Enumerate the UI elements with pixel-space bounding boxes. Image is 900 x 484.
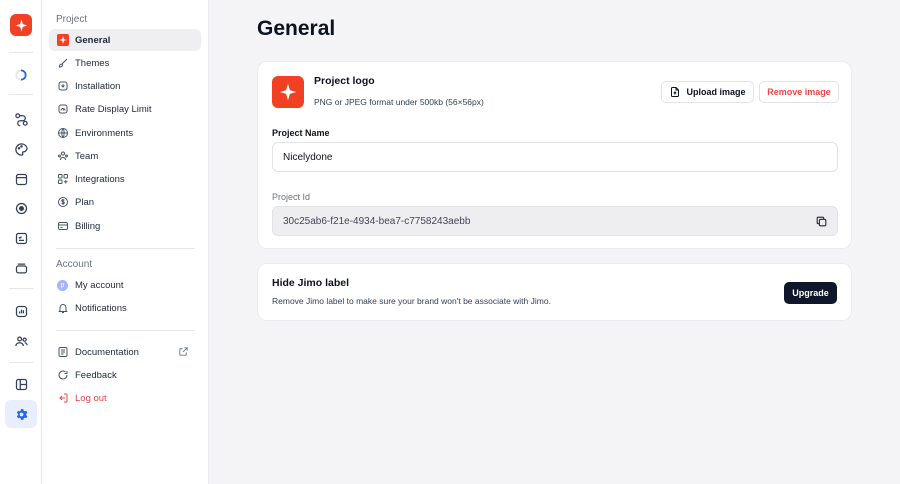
project-name-input[interactable]: Nicelydone (272, 142, 838, 172)
team-icon (56, 150, 69, 163)
upload-image-button[interactable]: Upload image (661, 81, 754, 103)
sidebar-item-label: Plan (75, 196, 95, 208)
avatar-letter: p (57, 279, 68, 291)
card-icon (56, 220, 69, 233)
sidebar-item-label: Themes (75, 57, 110, 69)
sidebar-item-team[interactable]: Team (49, 145, 201, 167)
sidebar-item-label: My account (75, 279, 124, 291)
external-link-icon (178, 346, 189, 360)
hide-label-card: Hide Jimo label Remove Jimo label to mak… (257, 263, 852, 321)
window-icon[interactable] (8, 166, 34, 192)
sidebar-item-my-account[interactable]: p My account (49, 274, 201, 296)
sidebar-item-installation[interactable]: Installation (49, 75, 201, 97)
sidebar-item-plan[interactable]: Plan (49, 191, 201, 213)
sidebar-item-integrations[interactable]: Integrations (49, 168, 201, 190)
sidebar-item-themes[interactable]: Themes (49, 52, 201, 74)
feedback-icon (56, 369, 69, 382)
layout-icon[interactable] (8, 371, 34, 397)
sidebar-item-label: Feedback (75, 369, 117, 381)
sidebar-item-label: Log out (75, 392, 107, 404)
hide-label-title: Hide Jimo label (272, 277, 350, 289)
project-id-value: 30c25ab6-f21e-4934-bea7-c7758243aebb (283, 215, 471, 227)
icon-rail (0, 0, 42, 484)
integrations-icon (56, 173, 69, 186)
project-section-heading: Project (56, 14, 88, 25)
docs-icon (56, 346, 69, 359)
settings-sidebar: Project General Themes Installation Rate… (42, 0, 209, 484)
upgrade-label: Upgrade (792, 288, 829, 298)
sidebar-divider (56, 330, 195, 331)
install-icon (56, 80, 69, 93)
sidebar-item-label: Environments (75, 127, 134, 139)
analytics-icon[interactable] (8, 298, 34, 324)
sidebar-item-feedback[interactable]: Feedback (49, 364, 201, 386)
stack-icon[interactable] (8, 255, 34, 281)
avatar: p (56, 279, 69, 292)
logout-icon (56, 392, 69, 405)
project-id-field: 30c25ab6-f21e-4934-bea7-c7758243aebb (272, 206, 838, 236)
sidebar-item-label: Notifications (75, 302, 127, 314)
checklist-icon[interactable] (8, 225, 34, 251)
sidebar-item-label: General (75, 34, 111, 46)
upgrade-button[interactable]: Upgrade (784, 282, 837, 304)
sidebar-item-label: Team (75, 150, 99, 162)
users-icon[interactable] (8, 328, 34, 354)
sidebar-item-label: Integrations (75, 173, 125, 185)
sidebar-item-label: Installation (75, 80, 121, 92)
upload-image-label: Upload image (686, 87, 746, 97)
sidebar-item-environments[interactable]: Environments (49, 122, 201, 144)
sidebar-item-label: Billing (75, 220, 101, 232)
brand-logo-icon (56, 34, 69, 47)
loading-icon[interactable] (8, 62, 34, 88)
project-logo-card: Project logo PNG or JPEG format under 50… (257, 61, 852, 249)
brand-logo-icon (279, 83, 297, 101)
sidebar-item-label: Documentation (75, 346, 139, 358)
gauge-icon (56, 103, 69, 116)
page-title: General (257, 17, 336, 40)
dollar-icon (56, 196, 69, 209)
hide-label-description: Remove Jimo label to make sure your bran… (272, 296, 551, 306)
project-logo-title: Project logo (314, 75, 375, 87)
copy-icon[interactable] (815, 215, 828, 231)
globe-icon (56, 127, 69, 140)
sidebar-divider (56, 248, 195, 249)
sidebar-item-log-out[interactable]: Log out (49, 387, 201, 409)
file-upload-icon (671, 87, 680, 97)
sidebar-item-general[interactable]: General (49, 29, 201, 51)
project-logo-preview (272, 76, 304, 108)
rail-divider (9, 362, 33, 363)
rail-divider (9, 52, 33, 53)
project-id-label: Project Id (272, 192, 311, 202)
settings-icon[interactable] (5, 400, 37, 428)
remove-image-button[interactable]: Remove image (759, 81, 839, 103)
brush-icon (56, 57, 69, 70)
target-icon[interactable] (8, 195, 34, 221)
rail-divider (9, 94, 33, 95)
bell-icon (56, 302, 69, 315)
project-name-label: Project Name (272, 128, 330, 138)
sidebar-item-notifications[interactable]: Notifications (49, 297, 201, 319)
sidebar-item-documentation[interactable]: Documentation (49, 341, 201, 363)
flow-icon[interactable] (8, 106, 34, 132)
project-logo-hint: PNG or JPEG format under 500kb (56×56px) (314, 97, 484, 107)
account-section-heading: Account (56, 259, 93, 270)
rail-divider (9, 288, 33, 289)
project-name-value: Nicelydone (283, 151, 333, 163)
palette-icon[interactable] (8, 136, 34, 162)
brand-logo-icon[interactable] (10, 14, 32, 36)
sidebar-item-label: Rate Display Limit (75, 103, 152, 115)
sidebar-item-billing[interactable]: Billing (49, 215, 201, 237)
sidebar-item-rate-display-limit[interactable]: Rate Display Limit (49, 98, 201, 120)
remove-image-label: Remove image (767, 87, 831, 97)
